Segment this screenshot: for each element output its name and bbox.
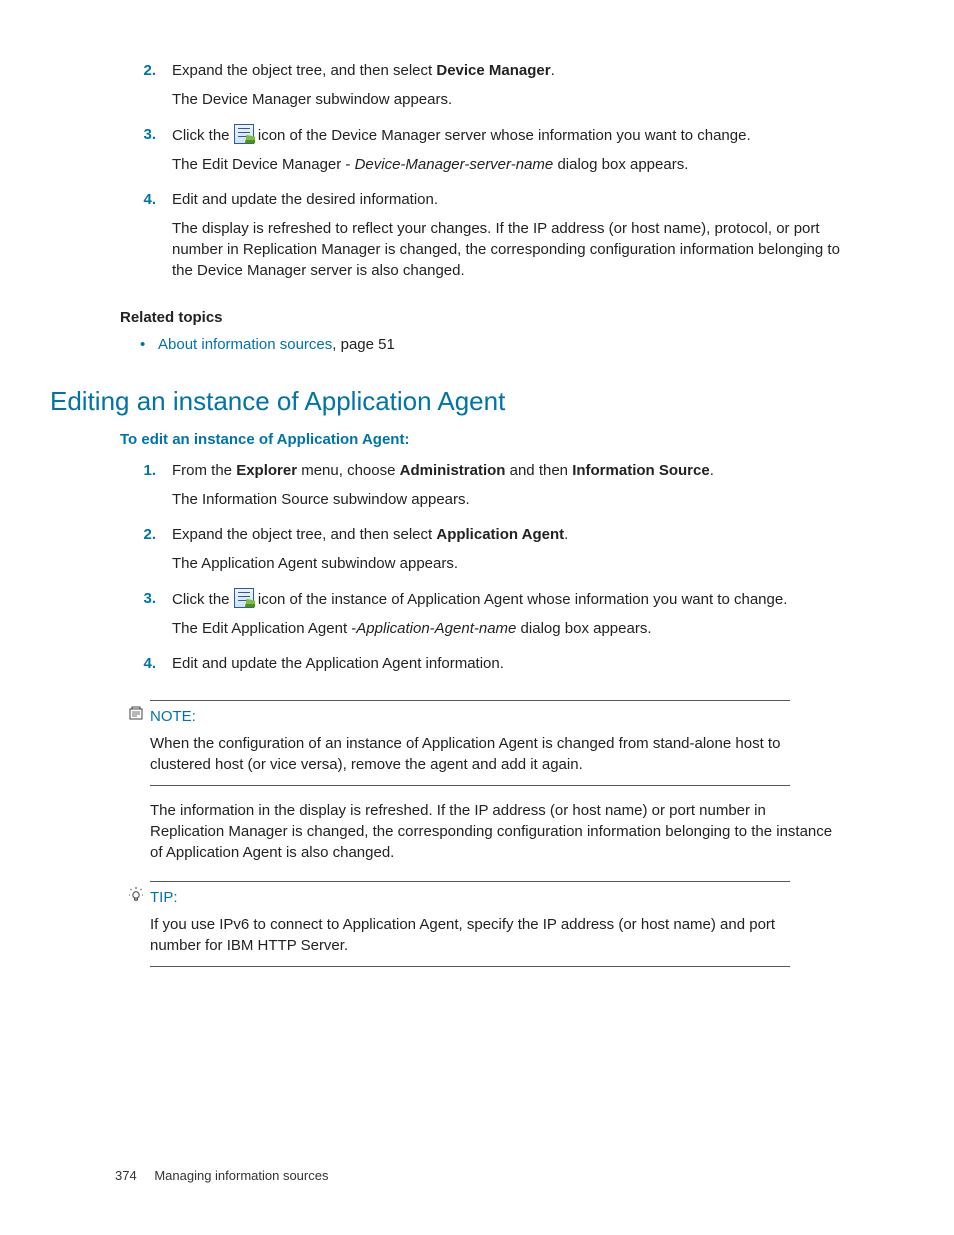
step-body: Click the icon of the instance of Applic… <box>172 588 844 647</box>
text: Expand the object tree, and then select <box>172 526 436 543</box>
text: dialog box appears. <box>516 620 651 637</box>
note-icon <box>126 705 146 727</box>
text: . <box>564 526 568 543</box>
text: menu, choose <box>297 462 400 479</box>
text: , page 51 <box>332 336 395 353</box>
text: and then <box>505 462 572 479</box>
step-b1: 1. From the Explorer menu, choose Admini… <box>50 460 844 518</box>
note-text: When the configuration of an instance of… <box>150 733 790 775</box>
rule <box>150 785 790 786</box>
bullet-icon: • <box>140 334 158 355</box>
text: Expand the object tree, and then select <box>172 62 436 79</box>
text: The Edit Device Manager - <box>172 156 355 173</box>
step-number: 2. <box>50 524 172 582</box>
italic-text: Device-Manager-server-name <box>355 156 554 173</box>
bold-text: Information Source <box>572 462 710 479</box>
edit-icon <box>234 588 254 608</box>
page-footer: 374 Managing information sources <box>115 1167 328 1185</box>
procedure-heading: To edit an instance of Application Agent… <box>120 429 844 450</box>
step-a3: 3. Click the icon of the Device Manager … <box>50 124 844 183</box>
step-a4: 4. Edit and update the desired informati… <box>50 189 844 289</box>
step-b3: 3. Click the icon of the instance of App… <box>50 588 844 647</box>
footer-title: Managing information sources <box>154 1168 328 1183</box>
text: Edit and update the Application Agent in… <box>172 653 844 674</box>
text: The Information Source subwindow appears… <box>172 489 844 510</box>
step-number: 4. <box>50 189 172 289</box>
text: From the <box>172 462 236 479</box>
step-a2: 2. Expand the object tree, and then sele… <box>50 60 844 118</box>
step-body: Edit and update the desired information.… <box>172 189 844 289</box>
step-b4: 4. Edit and update the Application Agent… <box>50 653 844 682</box>
tip-callout: TIP: If you use IPv6 to connect to Appli… <box>150 881 790 967</box>
text: Edit and update the desired information. <box>172 189 844 210</box>
related-topic-item: • About information sources, page 51 <box>140 334 844 355</box>
page-number: 374 <box>115 1168 137 1183</box>
related-topics-heading: Related topics <box>120 307 844 328</box>
rule <box>150 881 790 882</box>
edit-icon <box>234 124 254 144</box>
step-body: Edit and update the Application Agent in… <box>172 653 844 682</box>
text: . <box>551 62 555 79</box>
bold-text: Explorer <box>236 462 297 479</box>
text: icon of the instance of Application Agen… <box>254 591 788 608</box>
bold-text: Application Agent <box>436 526 564 543</box>
paragraph: The information in the display is refres… <box>150 800 840 863</box>
text: Click the <box>172 127 234 144</box>
text: . <box>710 462 714 479</box>
step-body: Expand the object tree, and then select … <box>172 60 844 118</box>
italic-text: Application-Agent-name <box>356 620 516 637</box>
text: The Application Agent subwindow appears. <box>172 553 844 574</box>
step-number: 3. <box>50 124 172 183</box>
rule <box>150 700 790 701</box>
step-number: 4. <box>50 653 172 682</box>
bold-text: Administration <box>400 462 506 479</box>
step-number: 1. <box>50 460 172 518</box>
text: Click the <box>172 591 234 608</box>
step-body: Expand the object tree, and then select … <box>172 524 844 582</box>
text: The Edit Application Agent - <box>172 620 356 637</box>
step-body: From the Explorer menu, choose Administr… <box>172 460 844 518</box>
note-label: NOTE: <box>150 706 196 727</box>
rule <box>150 966 790 967</box>
tip-icon <box>126 886 146 908</box>
tip-text: If you use IPv6 to connect to Applicatio… <box>150 914 790 956</box>
note-callout: NOTE: When the configuration of an insta… <box>150 700 790 786</box>
bold-text: Device Manager <box>436 62 550 79</box>
tip-label: TIP: <box>150 887 178 908</box>
text: The display is refreshed to reflect your… <box>172 218 844 281</box>
step-number: 2. <box>50 60 172 118</box>
step-b2: 2. Expand the object tree, and then sele… <box>50 524 844 582</box>
section-heading: Editing an instance of Application Agent <box>50 383 844 419</box>
step-body: Click the icon of the Device Manager ser… <box>172 124 844 183</box>
text: The Device Manager subwindow appears. <box>172 89 844 110</box>
step-number: 3. <box>50 588 172 647</box>
related-link[interactable]: About information sources <box>158 336 332 353</box>
text: icon of the Device Manager server whose … <box>254 127 751 144</box>
text: dialog box appears. <box>553 156 688 173</box>
